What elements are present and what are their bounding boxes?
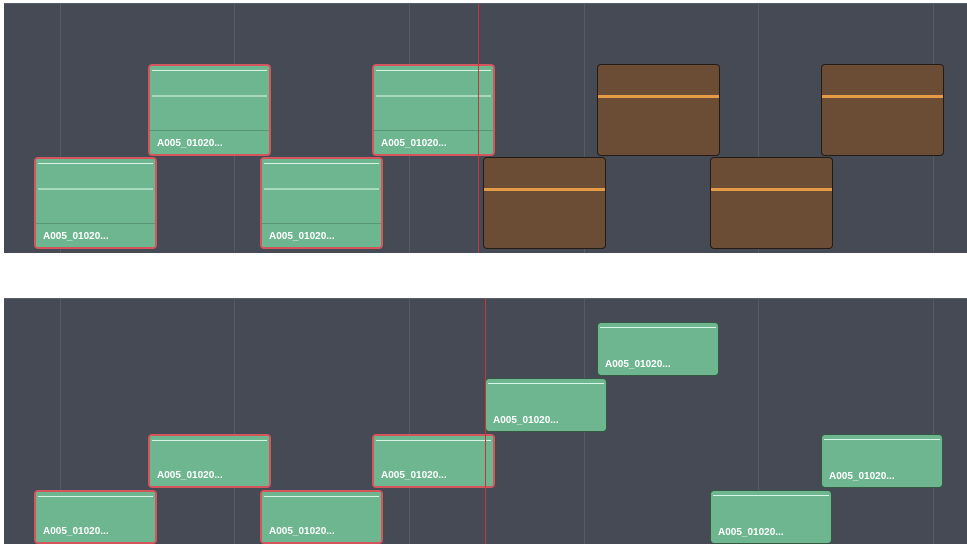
clip-divider xyxy=(262,223,381,224)
audio-clip-unlinked[interactable] xyxy=(597,64,720,156)
clip-volume-line xyxy=(264,496,379,497)
clip-volume-line xyxy=(38,496,153,497)
clip-volume-line xyxy=(152,440,267,441)
waveform xyxy=(152,95,267,97)
playhead[interactable] xyxy=(485,299,486,544)
clip-volume-line xyxy=(713,495,829,496)
clip-volume-line xyxy=(824,439,940,440)
waveform xyxy=(376,95,491,97)
playhead[interactable] xyxy=(478,4,479,253)
clip-divider xyxy=(150,130,269,131)
audio-clip-unlinked[interactable] xyxy=(483,157,606,249)
waveform xyxy=(598,95,719,98)
clip-name: A005_01020... xyxy=(718,527,784,538)
clip-name: A005_01020... xyxy=(381,138,447,149)
waveform xyxy=(38,188,153,190)
grid-line xyxy=(234,299,235,544)
clip-volume-line xyxy=(152,70,267,71)
audio-clip[interactable]: A005_01020... xyxy=(597,322,719,376)
audio-clip-unlinked[interactable] xyxy=(710,157,833,249)
clip-name: A005_01020... xyxy=(269,526,335,537)
clip-name: A005_01020... xyxy=(269,231,335,242)
audio-clip[interactable]: A005_01020... xyxy=(485,378,607,432)
clip-volume-line xyxy=(264,163,379,164)
clip-name: A005_01020... xyxy=(381,470,447,481)
audio-clip[interactable]: A005_01020... xyxy=(260,157,383,249)
clip-volume-line xyxy=(600,327,716,328)
grid-line xyxy=(409,299,410,544)
clip-name: A005_01020... xyxy=(157,138,223,149)
clip-name: A005_01020... xyxy=(605,359,671,370)
timeline-bottom[interactable]: A005_01020... A005_01020... A005_01020..… xyxy=(4,298,967,544)
clip-volume-line xyxy=(376,70,491,71)
clip-volume-line xyxy=(38,163,153,164)
audio-clip[interactable]: A005_01020... xyxy=(821,434,943,488)
clip-divider xyxy=(36,223,155,224)
audio-clip[interactable]: A005_01020... xyxy=(34,490,157,544)
audio-clip[interactable]: A005_01020... xyxy=(34,157,157,249)
clip-volume-line xyxy=(488,383,604,384)
clip-divider xyxy=(374,130,493,131)
audio-clip[interactable]: A005_01020... xyxy=(372,434,495,488)
waveform xyxy=(264,188,379,190)
timeline-top[interactable]: A005_01020... A005_01020... A005_01020..… xyxy=(4,3,967,253)
waveform xyxy=(822,95,943,98)
clip-name: A005_01020... xyxy=(43,231,109,242)
audio-clip[interactable]: A005_01020... xyxy=(148,64,271,156)
clip-volume-line xyxy=(376,440,491,441)
clip-name: A005_01020... xyxy=(829,471,895,482)
audio-clip-unlinked[interactable] xyxy=(821,64,944,156)
waveform xyxy=(484,188,605,191)
clip-name: A005_01020... xyxy=(493,415,559,426)
waveform xyxy=(711,188,832,191)
clip-name: A005_01020... xyxy=(43,526,109,537)
grid-line xyxy=(933,299,934,544)
audio-clip[interactable]: A005_01020... xyxy=(260,490,383,544)
audio-clip[interactable]: A005_01020... xyxy=(710,490,832,544)
audio-clip[interactable]: A005_01020... xyxy=(372,64,495,156)
clip-name: A005_01020... xyxy=(157,470,223,481)
audio-clip[interactable]: A005_01020... xyxy=(148,434,271,488)
